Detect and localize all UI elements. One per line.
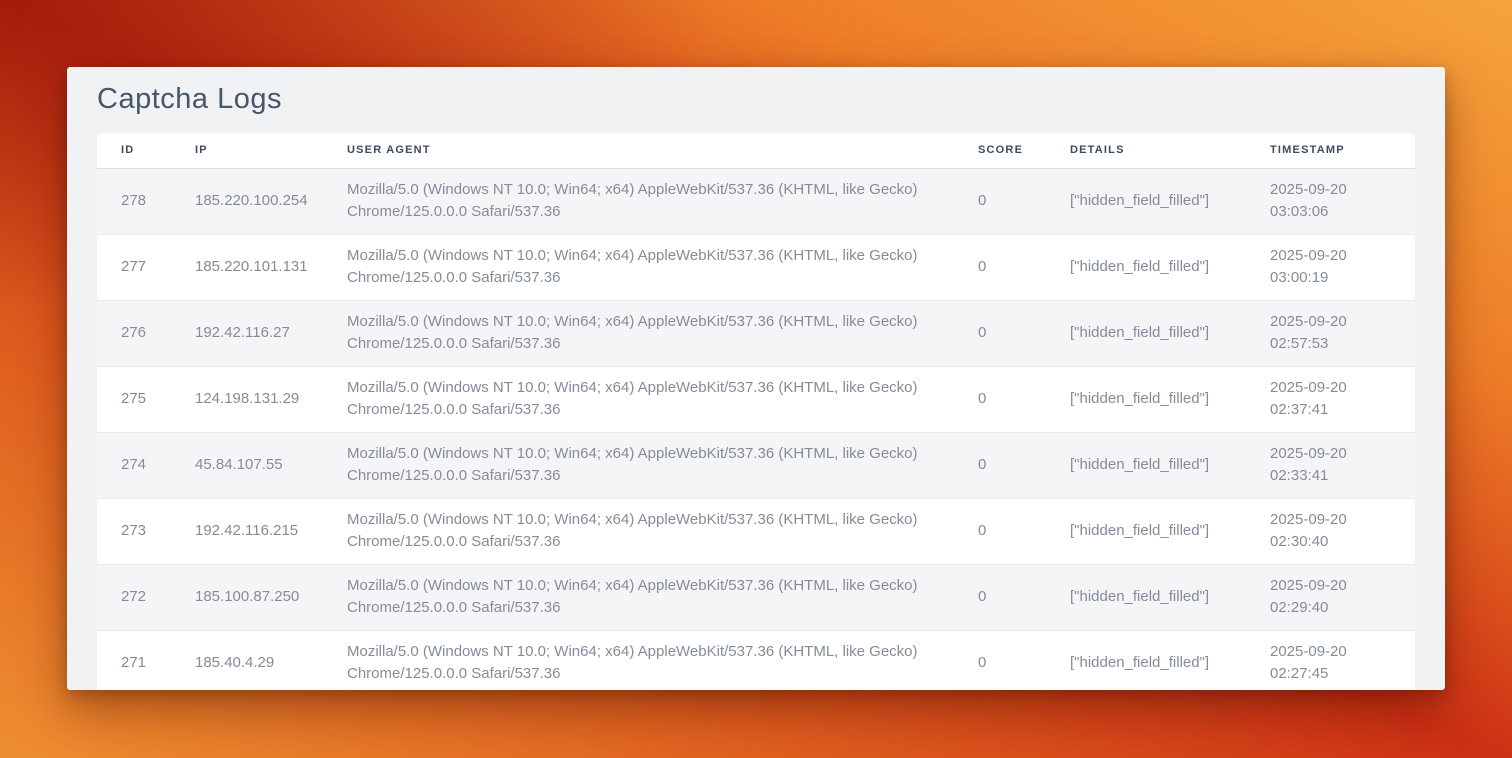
cell-score: 0: [954, 630, 1046, 690]
cell-timestamp: 2025-09-20 03:00:19: [1246, 234, 1415, 300]
cell-id: 274: [97, 432, 171, 498]
cell-score: 0: [954, 234, 1046, 300]
cell-timestamp: 2025-09-20 02:30:40: [1246, 498, 1415, 564]
cell-details: ["hidden_field_filled"]: [1046, 564, 1246, 630]
cell-timestamp: 2025-09-20 02:27:45: [1246, 630, 1415, 690]
cell-ip: 185.40.4.29: [171, 630, 323, 690]
table-row: 272 185.100.87.250 Mozilla/5.0 (Windows …: [97, 564, 1415, 630]
cell-id: 275: [97, 366, 171, 432]
cell-timestamp: 2025-09-20 02:29:40: [1246, 564, 1415, 630]
cell-score: 0: [954, 432, 1046, 498]
table-row: 278 185.220.100.254 Mozilla/5.0 (Windows…: [97, 168, 1415, 234]
cell-ip: 185.100.87.250: [171, 564, 323, 630]
cell-details: ["hidden_field_filled"]: [1046, 366, 1246, 432]
header-cell-details: DETAILS: [1046, 133, 1246, 168]
cell-score: 0: [954, 564, 1046, 630]
cell-id: 278: [97, 168, 171, 234]
cell-score: 0: [954, 300, 1046, 366]
cell-user-agent: Mozilla/5.0 (Windows NT 10.0; Win64; x64…: [323, 630, 954, 690]
cell-id: 273: [97, 498, 171, 564]
page-background: { "page": { "title": "Captcha Logs" }, "…: [0, 0, 1512, 758]
cell-details: ["hidden_field_filled"]: [1046, 498, 1246, 564]
cell-id: 277: [97, 234, 171, 300]
cell-score: 0: [954, 498, 1046, 564]
header-cell-user-agent: USER AGENT: [323, 133, 954, 168]
table-header-row: ID IP USER AGENT SCORE DETAILS TIMESTAMP: [97, 133, 1415, 168]
logs-table: ID IP USER AGENT SCORE DETAILS TIMESTAMP…: [97, 133, 1415, 690]
cell-ip: 192.42.116.215: [171, 498, 323, 564]
cell-timestamp: 2025-09-20 02:37:41: [1246, 366, 1415, 432]
page-title: Captcha Logs: [97, 83, 1415, 116]
cell-score: 0: [954, 168, 1046, 234]
header-cell-score: SCORE: [954, 133, 1046, 168]
cell-user-agent: Mozilla/5.0 (Windows NT 10.0; Win64; x64…: [323, 234, 954, 300]
cell-timestamp: 2025-09-20 03:03:06: [1246, 168, 1415, 234]
cell-details: ["hidden_field_filled"]: [1046, 168, 1246, 234]
cell-score: 0: [954, 366, 1046, 432]
cell-ip: 45.84.107.55: [171, 432, 323, 498]
table-row: 274 45.84.107.55 Mozilla/5.0 (Windows NT…: [97, 432, 1415, 498]
cell-details: ["hidden_field_filled"]: [1046, 300, 1246, 366]
cell-timestamp: 2025-09-20 02:57:53: [1246, 300, 1415, 366]
header-cell-timestamp: TIMESTAMP: [1246, 133, 1415, 168]
header-cell-id: ID: [97, 133, 171, 168]
cell-ip: 192.42.116.27: [171, 300, 323, 366]
cell-user-agent: Mozilla/5.0 (Windows NT 10.0; Win64; x64…: [323, 564, 954, 630]
table-body: 278 185.220.100.254 Mozilla/5.0 (Windows…: [97, 168, 1415, 690]
captcha-logs-card: Captcha Logs ID IP USER AGENT SCORE DETA…: [67, 67, 1445, 690]
logs-table-container: ID IP USER AGENT SCORE DETAILS TIMESTAMP…: [97, 133, 1415, 690]
cell-user-agent: Mozilla/5.0 (Windows NT 10.0; Win64; x64…: [323, 168, 954, 234]
cell-ip: 185.220.100.254: [171, 168, 323, 234]
table-row: 276 192.42.116.27 Mozilla/5.0 (Windows N…: [97, 300, 1415, 366]
table-row: 273 192.42.116.215 Mozilla/5.0 (Windows …: [97, 498, 1415, 564]
table-row: 275 124.198.131.29 Mozilla/5.0 (Windows …: [97, 366, 1415, 432]
cell-id: 272: [97, 564, 171, 630]
cell-details: ["hidden_field_filled"]: [1046, 630, 1246, 690]
cell-timestamp: 2025-09-20 02:33:41: [1246, 432, 1415, 498]
cell-details: ["hidden_field_filled"]: [1046, 234, 1246, 300]
cell-ip: 185.220.101.131: [171, 234, 323, 300]
cell-id: 276: [97, 300, 171, 366]
cell-user-agent: Mozilla/5.0 (Windows NT 10.0; Win64; x64…: [323, 366, 954, 432]
cell-user-agent: Mozilla/5.0 (Windows NT 10.0; Win64; x64…: [323, 498, 954, 564]
cell-id: 271: [97, 630, 171, 690]
cell-user-agent: Mozilla/5.0 (Windows NT 10.0; Win64; x64…: [323, 432, 954, 498]
cell-user-agent: Mozilla/5.0 (Windows NT 10.0; Win64; x64…: [323, 300, 954, 366]
header-cell-ip: IP: [171, 133, 323, 168]
table-row: 271 185.40.4.29 Mozilla/5.0 (Windows NT …: [97, 630, 1415, 690]
table-row: 277 185.220.101.131 Mozilla/5.0 (Windows…: [97, 234, 1415, 300]
cell-details: ["hidden_field_filled"]: [1046, 432, 1246, 498]
cell-ip: 124.198.131.29: [171, 366, 323, 432]
